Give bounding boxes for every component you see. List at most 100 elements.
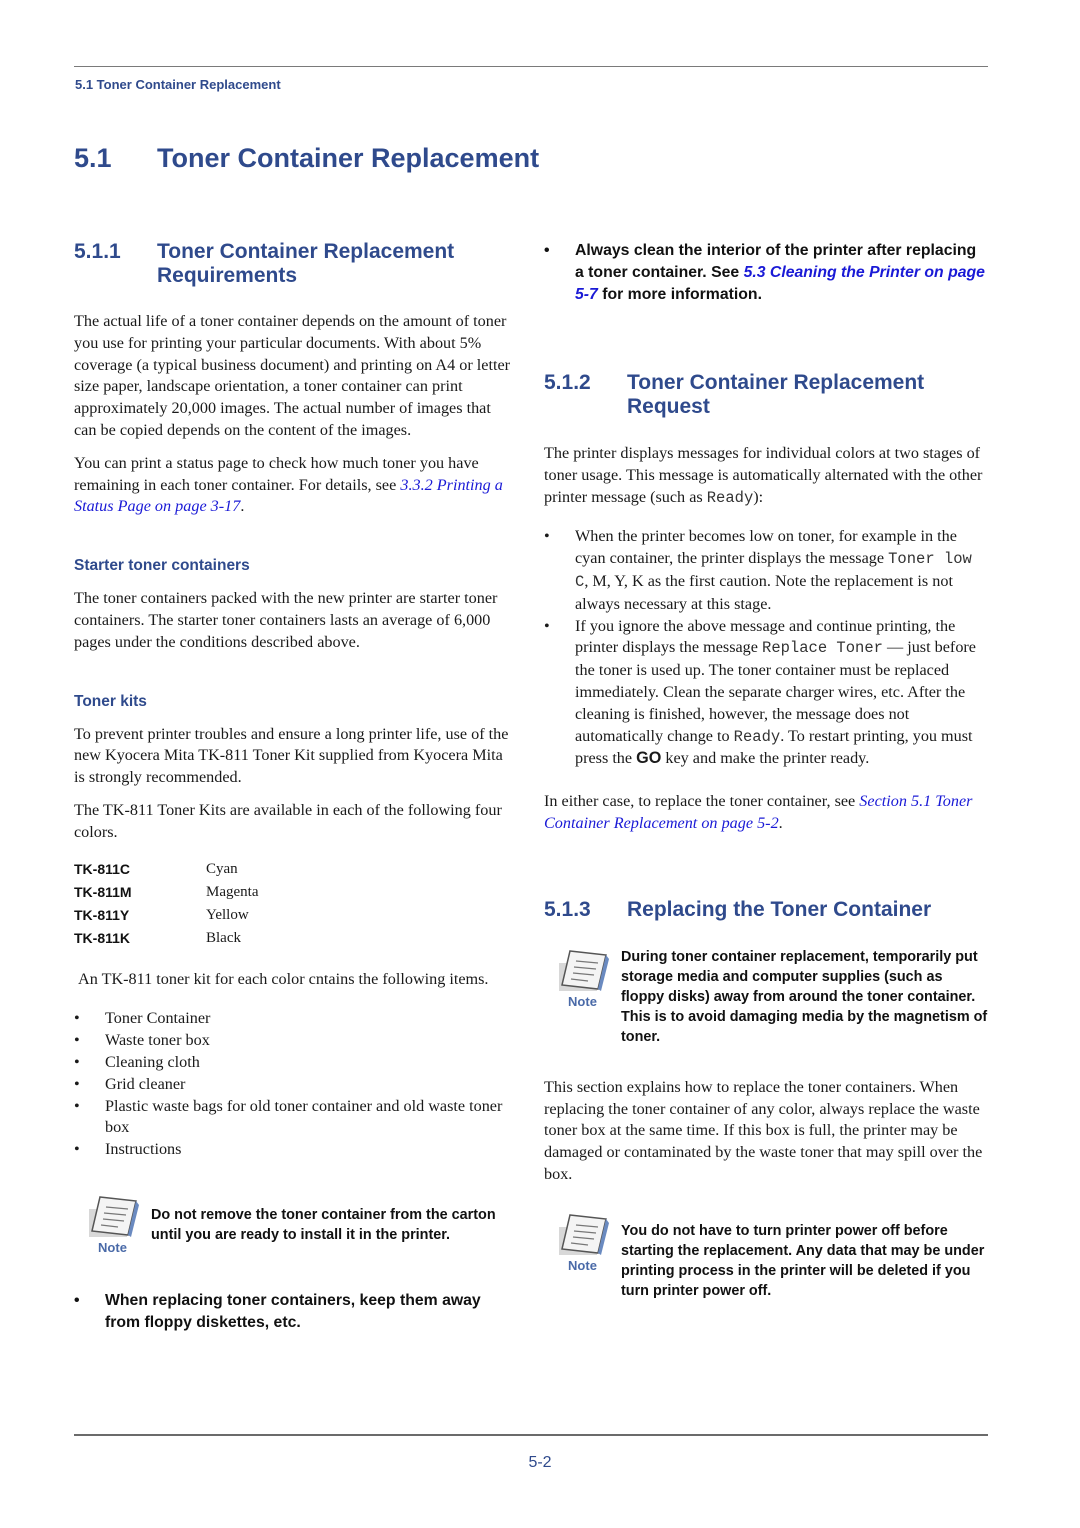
request-bullets: • When the printer becomes low on toner, … — [544, 526, 988, 770]
kit-color: Black — [206, 929, 241, 946]
bullet-icon: • — [544, 527, 550, 546]
list-item-text: Waste toner box — [105, 1031, 210, 1050]
replacement-section-paragraph: This section explains how to replace the… — [544, 1077, 983, 1183]
period: . — [778, 813, 783, 832]
list-item: • Grid cleaner — [74, 1074, 516, 1096]
list-item-text: Instructions — [105, 1140, 182, 1159]
running-header: 5.1 Toner Container Replacement — [75, 77, 281, 92]
toner-kits-paragraph-1: To prevent printer troubles and ensure a… — [74, 724, 509, 787]
bullet-icon: • — [74, 1074, 80, 1093]
list-item-text: Grid cleaner — [105, 1074, 186, 1093]
bullet-icon: • — [74, 1009, 80, 1028]
list-item: • Plastic waste bags for old toner contai… — [74, 1096, 516, 1140]
note-icon-wrap: Note — [544, 949, 621, 1047]
bullet-icon: • — [74, 1140, 80, 1159]
note-box: Note During toner container replacement,… — [544, 949, 988, 1047]
subsection-title: Replacing the Toner Container — [627, 897, 932, 921]
list-item: • Instructions — [74, 1139, 516, 1161]
bullet-icon: • — [74, 1031, 80, 1050]
bullet-icon: • — [74, 1096, 80, 1115]
floppy-warning-text: When replacing toner containers, keep th… — [105, 1291, 481, 1331]
kit-color: Yellow — [206, 906, 249, 923]
list-item-text: Cleaning cloth — [105, 1052, 200, 1071]
note-icon-wrap: Note — [544, 1213, 621, 1301]
clean-interior-text: Always clean the interior of the printer… — [575, 240, 988, 306]
request-paragraph: The printer displays messages for indivi… — [544, 443, 988, 509]
note-paper-icon — [88, 1196, 139, 1237]
note-label: Note — [98, 1239, 127, 1255]
clean-text-end: for more information. — [597, 286, 762, 303]
note-icon-wrap: Note — [74, 1195, 151, 1255]
kit-contents-paragraph: An TK-811 toner kit for each color cntai… — [74, 969, 489, 988]
left-column: 5.1.1 Toner Container Replacement Require… — [74, 240, 516, 1334]
request-text: The printer displays messages for indivi… — [544, 444, 983, 506]
list-item: • Waste toner box — [74, 1030, 516, 1052]
list-item: • If you ignore the above message and con… — [544, 616, 988, 771]
section-title: 5.1 Toner Container Replacement — [74, 143, 539, 174]
title-line-2: Request — [627, 395, 710, 418]
ready-code: Ready — [706, 488, 754, 507]
note-box: Note Do not remove the toner container f… — [74, 1195, 516, 1255]
bullet-icon: • — [544, 616, 550, 635]
list-item-text: When the printer becomes low on toner, f… — [575, 526, 988, 615]
floppy-warning: • When replacing toner containers, keep … — [74, 1290, 516, 1334]
bullet-icon: • — [74, 1291, 80, 1309]
bullet-icon: • — [74, 1052, 80, 1071]
page-number: 5-2 — [528, 1454, 552, 1471]
toner-life-paragraph: The actual life of a toner container dep… — [74, 312, 511, 439]
subsection-number: 5.1.2 — [544, 371, 591, 394]
list-item-text: If you ignore the above message and cont… — [575, 616, 988, 771]
text: , M, Y, K as the first caution. Note the… — [575, 571, 953, 613]
subsection-5-1-3-heading: 5.1.3 Replacing the Toner Container — [544, 898, 988, 922]
clean-interior-bullet: • Always clean the interior of the print… — [544, 240, 988, 306]
note-text: Do not remove the toner container from t… — [151, 1206, 496, 1243]
title-line-1: Toner Container Replacement — [627, 371, 925, 394]
subsection-5-1-1-heading: 5.1.1 Toner Container Replacement Require… — [74, 240, 516, 288]
toner-kit-table: TK-811C Cyan TK-811M Magenta TK-811Y Yellow… — [74, 859, 516, 948]
kit-color: Cyan — [206, 860, 238, 877]
go-key-label: GO — [636, 749, 662, 768]
kit-code: TK-811K — [74, 929, 131, 946]
list-item: • When the printer becomes low on toner, … — [544, 526, 988, 615]
subsection-number: 5.1.3 — [544, 897, 591, 921]
either-case-paragraph: In either case, to replace the toner con… — [544, 791, 988, 835]
kit-code: TK-811Y — [74, 906, 130, 923]
period: . — [240, 497, 245, 516]
list-item: • Toner Container — [74, 1008, 516, 1030]
note-paper-icon — [558, 949, 609, 991]
status-page-paragraph: You can print a status page to check how… — [74, 453, 516, 518]
right-column: • Always clean the interior of the print… — [544, 240, 988, 1301]
subsection-title: Toner Container Replacement Request — [627, 371, 924, 419]
section-number: 5.1 — [74, 143, 112, 173]
starter-containers-paragraph: The toner containers packed with the new… — [74, 589, 498, 651]
toner-kits-paragraph-2: The TK-811 Toner Kits are available in e… — [74, 800, 502, 841]
bullet-icon: • — [544, 242, 550, 259]
request-text-end: ): — [753, 487, 764, 506]
kit-code: TK-811M — [74, 883, 132, 900]
kit-code: TK-811C — [74, 860, 131, 877]
list-item-text: Plastic waste bags for old toner contain… — [105, 1096, 503, 1137]
text: key and make the printer ready. — [661, 749, 870, 768]
footer-rule — [74, 1434, 988, 1436]
kit-color: Magenta — [206, 883, 259, 900]
subsection-5-1-2-heading: 5.1.2 Toner Container Replacement Request — [544, 371, 988, 419]
list-item-text: Toner Container — [105, 1009, 211, 1028]
subsection-number: 5.1.1 — [74, 240, 121, 263]
note-text: You do not have to turn printer power of… — [621, 1222, 985, 1299]
header-rule — [74, 66, 988, 67]
toner-kits-heading: Toner kits — [74, 692, 147, 710]
title-line-2: Requirements — [157, 264, 298, 287]
subsection-title: Toner Container Replacement Requirements — [157, 240, 454, 288]
title-line-1: Toner Container Replacement — [157, 240, 455, 263]
list-item: • Cleaning cloth — [74, 1052, 516, 1074]
note-paper-icon — [558, 1213, 609, 1255]
starter-containers-heading: Starter toner containers — [74, 557, 250, 575]
note-label: Note — [568, 1257, 597, 1273]
text: In either case, to replace the toner con… — [544, 792, 860, 811]
section-title-text: Toner Container Replacement — [157, 143, 540, 173]
note-label: Note — [568, 993, 597, 1009]
replace-toner-code: Replace Toner — [762, 639, 883, 658]
note-box: Note You do not have to turn printer pow… — [544, 1213, 988, 1301]
note-text: During toner container replacement, temp… — [621, 948, 988, 1045]
kit-contents-list: • Toner Container • Waste toner box • Clean… — [74, 1008, 516, 1161]
